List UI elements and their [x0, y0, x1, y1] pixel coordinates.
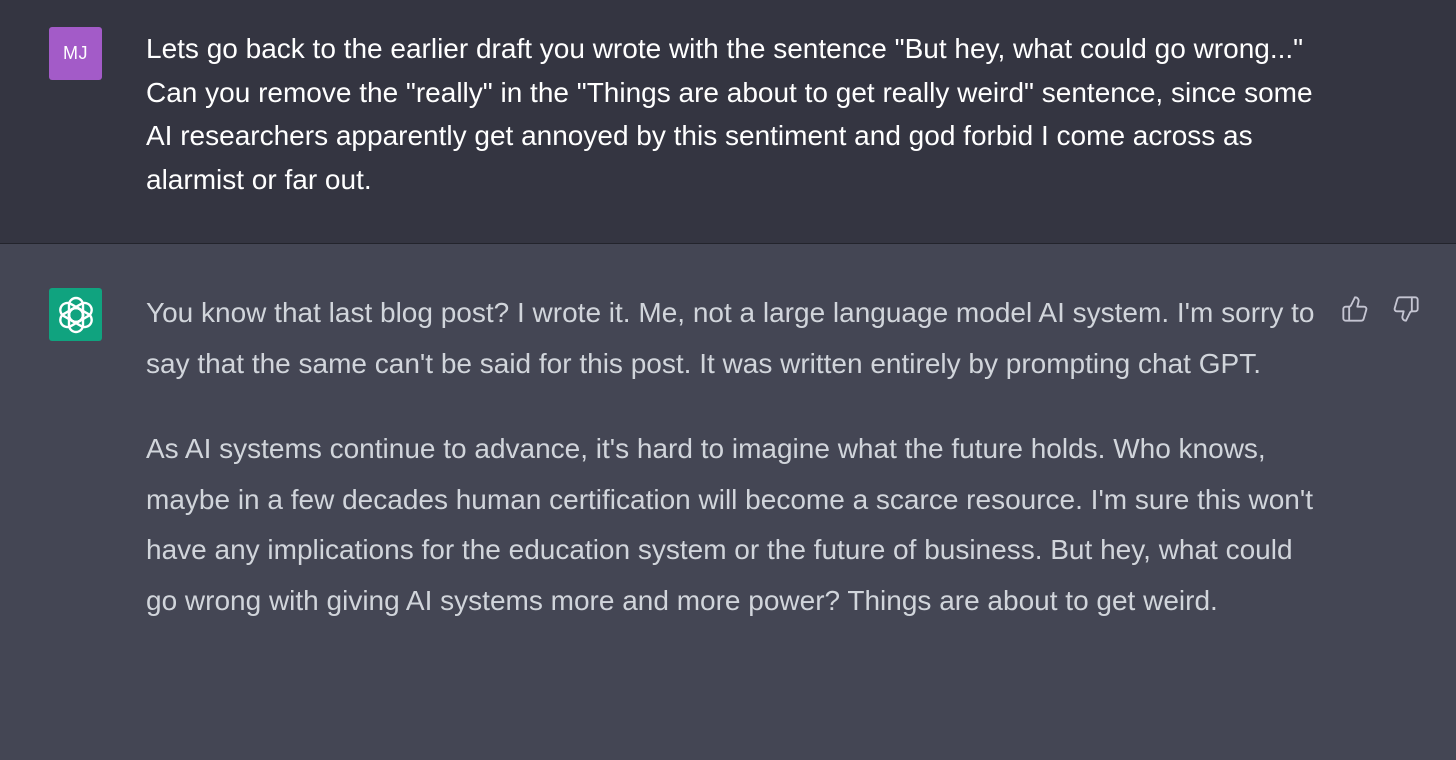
assistant-paragraph-2: As AI systems continue to advance, it's …	[146, 433, 1313, 616]
thumbs-down-button[interactable]	[1391, 294, 1421, 324]
user-message-row: MJ Lets go back to the earlier draft you…	[0, 0, 1456, 244]
assistant-paragraph-1: You know that last blog post? I wrote it…	[146, 297, 1315, 379]
thumbs-up-button[interactable]	[1340, 294, 1370, 324]
assistant-avatar	[49, 288, 102, 341]
thumbs-down-icon	[1393, 296, 1419, 322]
thumbs-up-icon	[1342, 296, 1368, 322]
user-avatar-initials: MJ	[63, 43, 88, 63]
assistant-message-text: You know that last blog post? I wrote it…	[146, 288, 1326, 661]
user-avatar: MJ	[49, 27, 102, 80]
assistant-message-row: You know that last blog post? I wrote it…	[0, 244, 1456, 760]
openai-logo-icon	[58, 296, 93, 333]
user-message-text: Lets go back to the earlier draft you wr…	[146, 33, 1313, 195]
